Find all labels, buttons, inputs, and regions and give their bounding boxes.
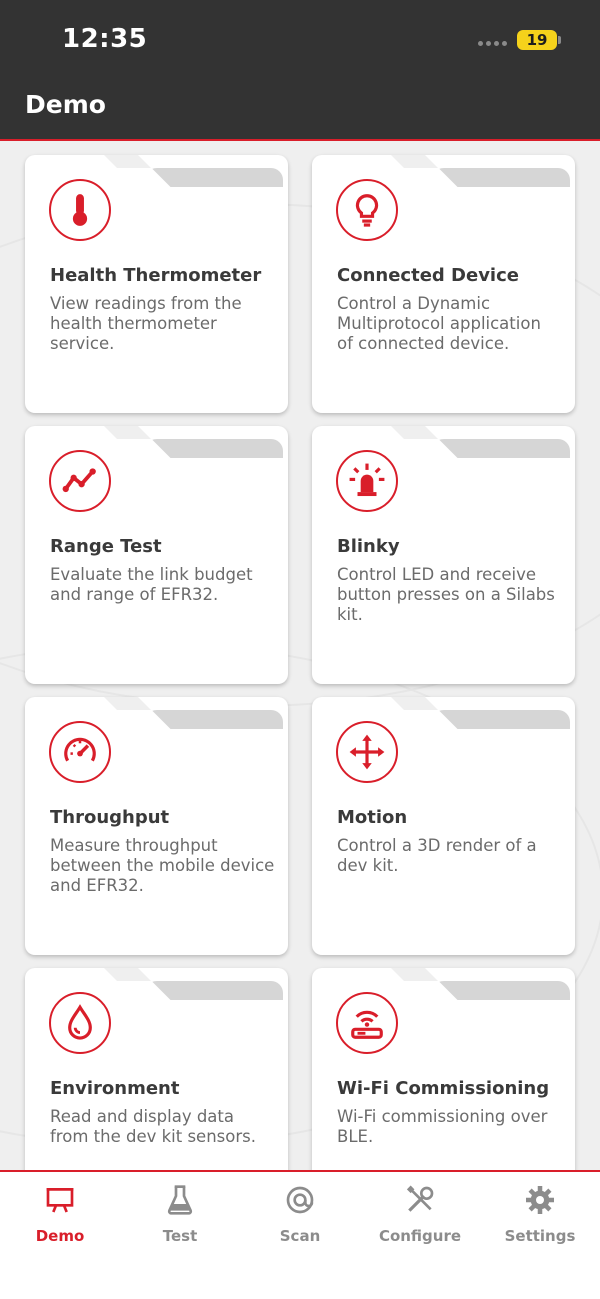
card-description: View readings from the health thermomete…: [50, 294, 242, 353]
battery-icon: 19: [517, 30, 561, 50]
demo-card-environment[interactable]: Environment Read and display data from t…: [25, 968, 288, 1170]
tab-label: Settings: [504, 1227, 576, 1245]
demo-card-wifi-commissioning[interactable]: Wi-Fi Commissioning Wi-Fi commissioning …: [312, 968, 575, 1170]
card-description: Evaluate the link budget and range of EF…: [50, 565, 253, 604]
demo-card-motion[interactable]: Motion Control a 3D render of a dev kit.: [312, 697, 575, 955]
thermometer-icon: [49, 179, 111, 241]
card-title: Range Test: [50, 536, 162, 557]
droplet-icon: [49, 992, 111, 1054]
status-bar: 12:35 19: [0, 0, 600, 82]
card-title: Blinky: [337, 536, 400, 557]
card-description: Control a 3D render of a dev kit.: [337, 836, 537, 875]
card-title: Health Thermometer: [50, 265, 262, 286]
card-description: Control a Dynamic Multiprotocol applicat…: [337, 294, 541, 353]
tab-label: Demo: [35, 1227, 85, 1245]
flask-icon: [164, 1184, 196, 1216]
tab-configure[interactable]: Configure: [360, 1172, 480, 1252]
tab-scan[interactable]: Scan: [240, 1172, 360, 1252]
card-description: Measure throughput between the mobile de…: [50, 836, 275, 895]
page-title: Demo: [25, 90, 106, 119]
tab-label: Scan: [279, 1227, 321, 1245]
presentation-icon: [44, 1184, 76, 1216]
card-title: Wi-Fi Commissioning: [337, 1078, 550, 1099]
tab-demo[interactable]: Demo: [0, 1172, 120, 1252]
bottom-tab-bar: Demo Test Scan Configure Settings: [0, 1170, 600, 1299]
demo-card-health-thermometer[interactable]: Health Thermometer View readings from th…: [25, 155, 288, 413]
nav-bar: Demo: [0, 82, 600, 141]
demo-card-blinky[interactable]: Blinky Control LED and receive button pr…: [312, 426, 575, 684]
signal-icon: [478, 41, 507, 46]
tab-test[interactable]: Test: [120, 1172, 240, 1252]
demo-card-connected-device[interactable]: Connected Device Control a Dynamic Multi…: [312, 155, 575, 413]
demo-card-range-test[interactable]: Range Test Evaluate the link budget and …: [25, 426, 288, 684]
demo-grid[interactable]: Health Thermometer View readings from th…: [0, 143, 600, 1170]
tab-label: Test: [162, 1227, 198, 1245]
card-title: Throughput: [50, 807, 170, 828]
move-arrows-icon: [336, 721, 398, 783]
demo-card-throughput[interactable]: Throughput Measure throughput between th…: [25, 697, 288, 955]
tab-label: Configure: [378, 1227, 462, 1245]
card-description: Wi-Fi commissioning over BLE.: [337, 1107, 548, 1146]
led-icon: [336, 450, 398, 512]
gear-icon: [524, 1184, 556, 1216]
card-title: Connected Device: [337, 265, 519, 286]
card-description: Read and display data from the dev kit s…: [50, 1107, 256, 1146]
card-title: Motion: [337, 807, 408, 828]
tab-settings[interactable]: Settings: [480, 1172, 600, 1252]
wifi-router-icon: [336, 992, 398, 1054]
at-target-icon: [284, 1184, 316, 1216]
card-title: Environment: [50, 1078, 180, 1099]
battery-level: 19: [526, 31, 548, 49]
lightbulb-icon: [336, 179, 398, 241]
line-chart-icon: [49, 450, 111, 512]
tools-icon: [404, 1184, 436, 1216]
status-time: 12:35: [62, 24, 148, 54]
card-description: Control LED and receive button presses o…: [337, 565, 555, 624]
speedometer-icon: [49, 721, 111, 783]
